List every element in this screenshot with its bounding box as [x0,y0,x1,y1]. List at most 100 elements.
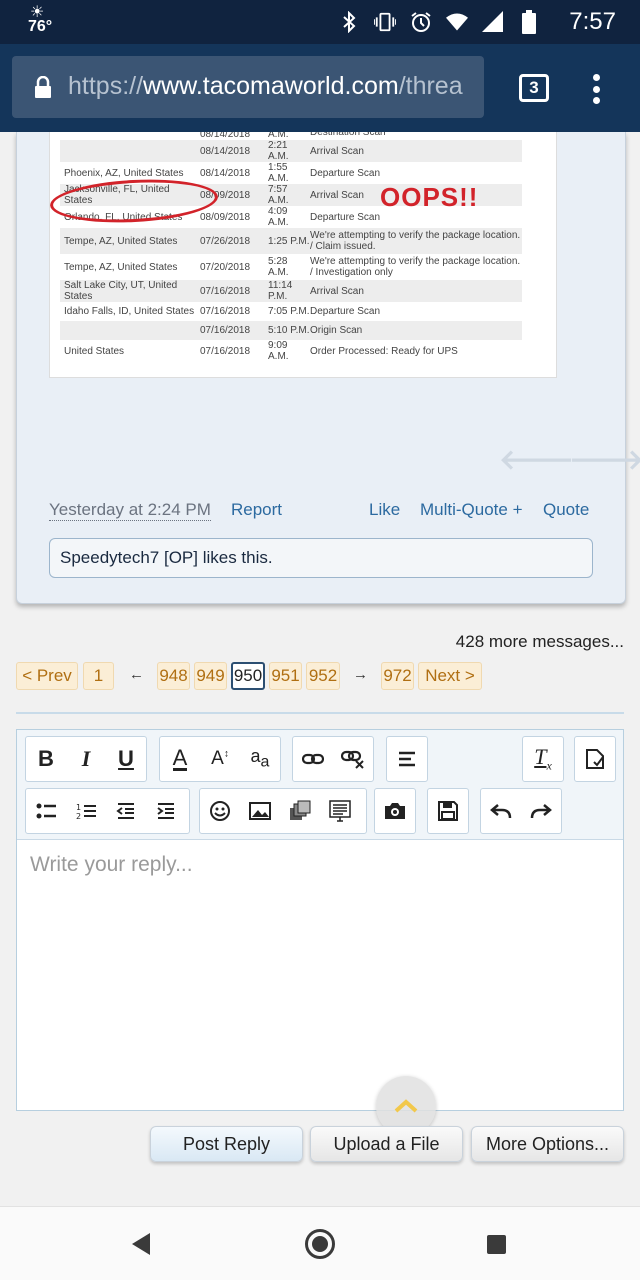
vibrate-icon [374,11,396,33]
tracking-row: Idaho Falls, ID, United States 07/16/2018… [60,302,522,321]
post-reply-button[interactable]: Post Reply [150,1126,303,1162]
tracking-time: 7:57 A.M. [268,184,289,206]
svg-text:1: 1 [76,803,81,812]
temperature: 76° [28,18,53,35]
more-messages-link[interactable]: 428 more messages... [456,632,624,652]
post-date[interactable]: Yesterday at 2:24 PM [49,500,211,521]
align-icon[interactable] [387,737,427,781]
likes-summary: Speedytech7 [OP] likes this. [49,538,593,578]
page-link[interactable]: 948 [157,662,190,690]
undo-icon[interactable] [481,789,521,833]
prev-page-button[interactable]: < Prev [16,662,78,690]
tracking-location: Salt Lake City, UT, United States [64,280,178,302]
tracking-table: 08/14/20187:53 A.M.Destination Scan 08/14… [60,132,522,362]
bullet-list-icon[interactable] [26,789,66,833]
reply-textarea[interactable]: Write your reply... [30,853,193,877]
tracking-row: United States 07/16/2018 9:09 A.M. Order Pr… [60,340,522,362]
tracking-time: 5:28 A.M. [268,256,289,278]
tracking-time: 4:09 A.M. [268,206,289,228]
tracking-row: Tempe, AZ, United States 07/20/2018 5:28 A… [60,254,522,280]
font-family-icon[interactable]: aa [240,737,280,781]
numbered-list-icon[interactable]: 12 [66,789,106,833]
unlink-icon[interactable] [333,737,373,781]
tracking-row: 08/14/2018 7:53 A.M. Destination Scan [60,132,522,140]
camera-icon[interactable] [375,789,415,833]
svg-text:2: 2 [76,812,81,820]
forum-post: 08/14/20187:53 A.M.Destination Scan 08/14… [16,132,640,604]
smilies-icon[interactable] [200,789,240,833]
tracking-location: Tempe, AZ, United States [64,235,178,247]
back-icon[interactable] [132,1233,150,1255]
left-arrow-icon: ← [129,666,144,683]
android-nav-bar [0,1206,640,1280]
overflow-menu-icon[interactable] [586,72,606,106]
tracking-time: 1:25 P.M. [268,235,310,247]
tracking-row: Tempe, AZ, United States 07/26/2018 1:25 P… [60,228,522,254]
indent-icon[interactable] [146,789,186,833]
redo-icon[interactable] [521,789,561,833]
multi-quote-link[interactable]: Multi-Quote + [420,500,523,520]
tracking-location: Phoenix, AZ, United States [64,167,184,179]
tracking-activity: Arrival Scan [310,145,364,157]
chevron-up-icon [394,1099,418,1113]
media-icon[interactable] [280,789,320,833]
image-icon[interactable] [240,789,280,833]
tracking-date: 07/16/2018 [200,285,251,297]
tracking-row: 07/16/2018 5:10 P.M. Origin Scan [60,321,522,340]
underline-icon[interactable]: U [106,737,146,781]
bold-icon[interactable]: B [26,737,66,781]
tracking-time: 11:14 P.M. [268,280,293,302]
tracking-activity: Departure Scan [310,167,381,179]
attached-image[interactable]: 08/14/20187:53 A.M.Destination Scan 08/14… [49,132,557,378]
tracking-activity: Departure Scan [310,306,381,317]
more-options-button[interactable]: More Options... [471,1126,624,1162]
home-icon[interactable] [305,1229,335,1259]
tracking-time: 5:10 P.M. [268,325,310,336]
tracking-date: 08/14/2018 [200,167,251,179]
text-color-icon[interactable]: A [160,737,200,781]
tracking-time: 9:09 A.M. [268,340,289,362]
previous-arrow-icon[interactable]: 🡐 [499,442,574,476]
right-arrow-icon: → [353,666,368,683]
next-arrow-icon[interactable]: 🡒 [569,442,640,476]
save-draft-icon[interactable] [428,789,468,833]
code-icon[interactable] [320,789,360,833]
divider [16,712,624,714]
like-link[interactable]: Like [369,500,400,520]
tracking-activity: Origin Scan [310,325,363,336]
tab-switcher-button[interactable]: 3 [519,74,549,102]
tracking-time: 2:21 A.M. [268,140,289,162]
page-link[interactable]: 1 [83,662,114,690]
drafts-icon[interactable] [575,737,615,781]
clock: 7:57 [569,8,616,35]
tracking-location: United States [64,345,125,357]
editor-toolbar: B I U A A↕ aa Tx 1 2 [17,730,623,840]
oops-annotation: OOPS!! [380,182,479,212]
recent-apps-icon[interactable] [487,1235,506,1254]
tracking-date: 07/20/2018 [200,261,251,273]
page-link[interactable]: 952 [306,662,340,690]
page-link[interactable]: 951 [269,662,302,690]
status-bar: ☀ 76° 7:57 [0,0,640,44]
upload-file-button[interactable]: Upload a File [310,1126,463,1162]
tracking-date: 08/09/2018 [200,211,251,223]
quote-link[interactable]: Quote [543,500,589,520]
italic-icon[interactable]: I [66,737,106,781]
tracking-date: 07/16/2018 [200,306,251,317]
tracking-time: 7:53 A.M. [268,132,289,140]
font-size-icon[interactable]: A↕ [200,737,240,781]
url-field[interactable]: https://www.tacomaworld.com/threa [12,56,484,118]
current-page: 950 [231,662,265,690]
remove-format-icon[interactable]: Tx [523,737,563,781]
tracking-row: 08/14/2018 2:21 A.M. Arrival Scan [60,140,522,162]
link-icon[interactable] [293,737,333,781]
tracking-time: 1:55 A.M. [268,162,289,184]
tracking-date: 07/16/2018 [200,325,251,336]
next-page-button[interactable]: Next > [418,662,482,690]
page-link[interactable]: 972 [381,662,414,690]
report-link[interactable]: Report [231,500,282,520]
outdent-icon[interactable] [106,789,146,833]
tracking-activity: We're attempting to verify the package l… [310,256,521,278]
browser-toolbar: https://www.tacomaworld.com/threa 3 [0,44,640,132]
page-link[interactable]: 949 [194,662,227,690]
